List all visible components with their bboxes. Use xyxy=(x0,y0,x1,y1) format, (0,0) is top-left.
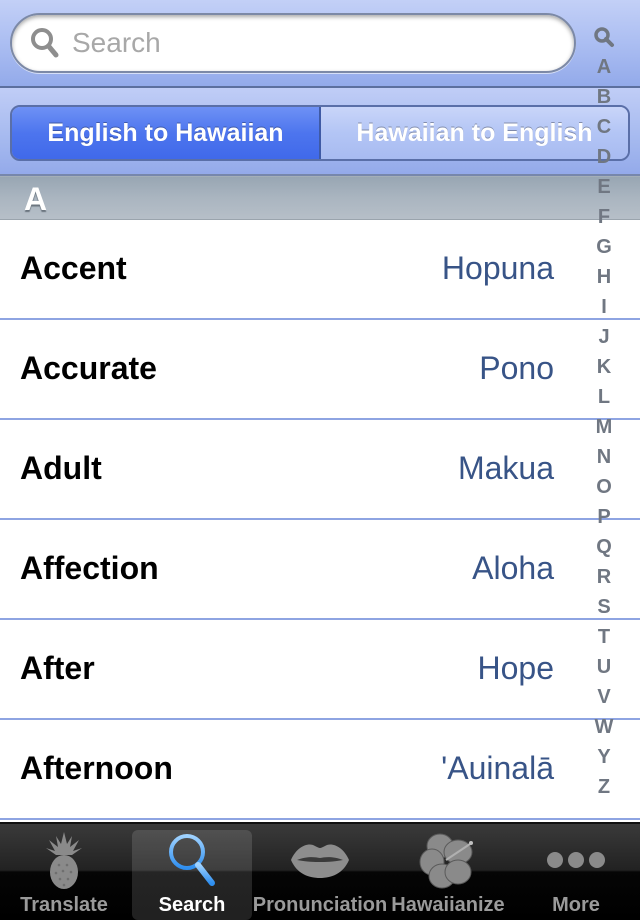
index-letter[interactable]: E xyxy=(597,172,610,202)
segment-hawaiian-to-english[interactable]: Hawaiian to English xyxy=(321,107,628,159)
more-dots-icon xyxy=(545,830,607,890)
english-word: Accurate xyxy=(20,350,157,386)
index-letter[interactable]: M xyxy=(596,412,613,442)
index-letter[interactable]: A xyxy=(597,52,611,82)
index-letter[interactable]: Q xyxy=(596,532,612,562)
hawaiian-word: Pono xyxy=(479,350,554,386)
list-item[interactable]: Accurate Pono xyxy=(0,320,640,420)
section-index[interactable]: A B C D E F G H I J K L M N O P Q R S T … xyxy=(584,22,624,802)
index-letter[interactable]: J xyxy=(598,322,609,352)
index-letter[interactable]: G xyxy=(596,232,612,262)
list-item[interactable]: Affection Aloha xyxy=(0,520,640,620)
index-letter[interactable]: F xyxy=(598,202,610,232)
english-word: Afternoon xyxy=(20,750,173,786)
tab-translate[interactable]: Translate xyxy=(4,830,124,920)
tab-label: Pronunciation xyxy=(252,894,388,916)
section-header-title: A xyxy=(24,181,48,217)
index-letter[interactable]: D xyxy=(597,142,611,172)
hawaiian-word: 'Auinalā xyxy=(441,750,554,786)
tab-label: Hawaiianize xyxy=(391,894,505,916)
english-word: Accent xyxy=(20,250,127,286)
index-letter[interactable]: I xyxy=(601,292,607,322)
index-letter[interactable]: L xyxy=(598,382,610,412)
index-letter[interactable]: U xyxy=(597,652,611,682)
word-list: Accent Hopuna Accurate Pono Adult Makua … xyxy=(0,220,640,820)
index-letter[interactable]: W xyxy=(595,712,614,742)
tab-label: More xyxy=(552,894,600,916)
index-letter[interactable]: K xyxy=(597,352,611,382)
index-letter[interactable]: V xyxy=(597,682,610,712)
search-bar xyxy=(0,0,640,88)
hawaiian-word: Aloha xyxy=(472,550,554,586)
english-word: Affection xyxy=(20,550,159,586)
tab-label: Translate xyxy=(20,894,108,916)
pineapple-icon xyxy=(42,830,86,890)
english-word: After xyxy=(20,650,95,686)
section-header: A xyxy=(0,176,640,220)
index-letter[interactable]: C xyxy=(597,112,611,142)
tab-search[interactable]: Search xyxy=(132,830,252,920)
lips-icon xyxy=(289,830,351,890)
index-search-icon[interactable] xyxy=(593,22,615,52)
list-item[interactable]: Adult Makua xyxy=(0,420,640,520)
search-icon xyxy=(166,830,218,890)
hawaiian-word: Makua xyxy=(457,450,554,486)
tab-more[interactable]: More xyxy=(516,830,636,920)
tab-hawaiianize[interactable]: Hawaiianize xyxy=(388,830,508,920)
list-item[interactable]: After Hope xyxy=(0,620,640,720)
index-letter[interactable]: Y xyxy=(597,742,610,772)
index-letter[interactable]: Z xyxy=(598,772,610,802)
index-letter[interactable]: T xyxy=(598,622,610,652)
hawaiian-word: Hope xyxy=(477,650,555,686)
index-letter[interactable]: O xyxy=(596,472,612,502)
tab-pronunciation[interactable]: Pronunciation xyxy=(253,830,387,920)
segment-english-to-hawaiian[interactable]: English to Hawaiian xyxy=(12,107,321,159)
index-letter[interactable]: S xyxy=(597,592,610,622)
tab-bar: Translate Search Pronunciation Hawaiiani… xyxy=(0,822,640,920)
index-letter[interactable]: R xyxy=(597,562,611,592)
list-item[interactable]: Afternoon 'Auinalā xyxy=(0,720,640,820)
list-item[interactable]: Accent Hopuna xyxy=(0,220,640,320)
search-input[interactable] xyxy=(72,27,512,59)
search-field[interactable] xyxy=(10,13,576,73)
english-word: Adult xyxy=(20,450,102,486)
index-letter[interactable]: B xyxy=(597,82,611,112)
direction-toolbar: English to Hawaiian Hawaiian to English xyxy=(0,88,640,176)
index-letter[interactable]: N xyxy=(597,442,611,472)
index-letter[interactable]: H xyxy=(597,262,611,292)
index-letter[interactable]: P xyxy=(597,502,610,532)
hibiscus-icon xyxy=(418,830,478,890)
hawaiian-word: Hopuna xyxy=(441,250,554,286)
magnifier-icon xyxy=(31,28,59,58)
tab-label: Search xyxy=(158,894,226,916)
direction-segmented-control: English to Hawaiian Hawaiian to English xyxy=(10,105,630,161)
